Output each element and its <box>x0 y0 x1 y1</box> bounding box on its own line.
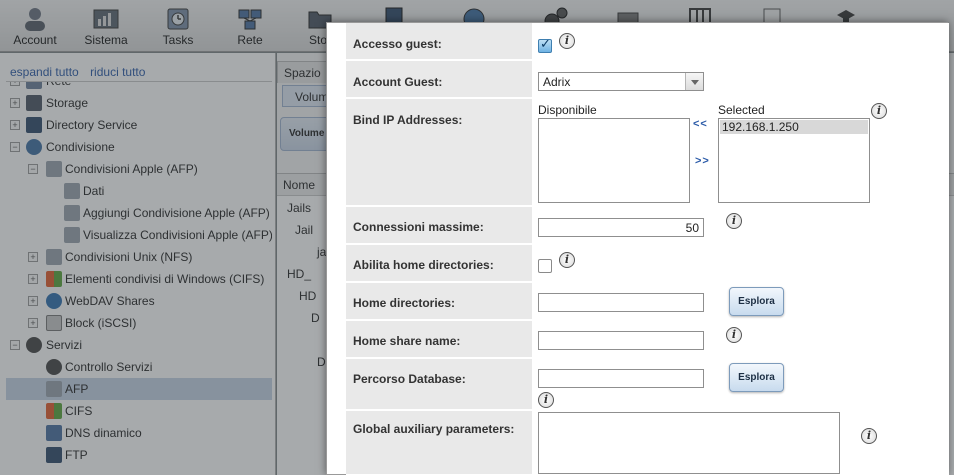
info-icon[interactable]: i <box>559 252 575 268</box>
row-home-share-name: Home share name: i <box>346 321 949 359</box>
row-guest-access: Accesso guest: i <box>346 23 949 61</box>
selected-list[interactable]: 192.168.1.250 <box>718 118 870 203</box>
bind-ip-label: Bind IP Addresses: <box>353 113 463 127</box>
home-dirs-label: Home directories: <box>353 296 456 310</box>
row-home-dirs: Home directories: Esplora <box>346 283 949 321</box>
home-dirs-enabled-label: Abilita home directories: <box>353 258 494 272</box>
move-left-button[interactable]: << <box>693 118 708 130</box>
home-dirs-input[interactable] <box>538 293 704 312</box>
row-max-connections: Connessioni massime: 50 i <box>346 207 949 245</box>
info-icon[interactable]: i <box>861 428 877 444</box>
selected-ip-option[interactable]: 192.168.1.250 <box>720 120 868 134</box>
guest-account-label: Account Guest: <box>353 75 443 89</box>
row-aux-params: Global auxiliary parameters: i <box>346 411 949 475</box>
home-dirs-enabled-checkbox[interactable] <box>538 259 552 273</box>
max-connections-input[interactable]: 50 <box>538 218 704 237</box>
chevron-down-icon[interactable] <box>685 73 703 90</box>
move-right-button[interactable]: >> <box>695 155 710 167</box>
info-icon[interactable]: i <box>538 392 554 408</box>
available-label: Disponibile <box>538 103 597 117</box>
info-icon[interactable]: i <box>559 33 575 49</box>
row-guest-account: Account Guest: Adrix <box>346 61 949 99</box>
selected-label: Selected <box>718 103 765 117</box>
aux-params-label: Global auxiliary parameters: <box>353 422 515 436</box>
info-icon[interactable]: i <box>726 327 742 343</box>
info-icon[interactable]: i <box>726 213 742 229</box>
row-bind-ip: Bind IP Addresses: Disponibile << >> Sel… <box>346 99 949 207</box>
guest-account-value: Adrix <box>543 75 571 89</box>
browse-db-path-button[interactable]: Esplora <box>729 363 784 392</box>
info-icon[interactable]: i <box>871 103 887 119</box>
row-home-dirs-enabled: Abilita home directories: i <box>346 245 949 283</box>
guest-account-select[interactable]: Adrix <box>538 72 704 91</box>
row-db-path: Percorso Database: Esplora i <box>346 359 949 411</box>
home-share-name-label: Home share name: <box>353 334 461 348</box>
available-list[interactable] <box>538 118 690 203</box>
aux-params-textarea[interactable] <box>538 412 840 474</box>
home-share-name-input[interactable] <box>538 331 704 350</box>
afp-settings-dialog: Accesso guest: i Account Guest: Adrix Bi… <box>326 22 949 475</box>
db-path-input[interactable] <box>538 369 704 388</box>
max-connections-label: Connessioni massime: <box>353 220 484 234</box>
browse-home-dirs-button[interactable]: Esplora <box>729 287 784 316</box>
guest-access-checkbox[interactable] <box>538 37 552 53</box>
db-path-label: Percorso Database: <box>353 372 466 386</box>
guest-access-label: Accesso guest: <box>353 37 442 51</box>
